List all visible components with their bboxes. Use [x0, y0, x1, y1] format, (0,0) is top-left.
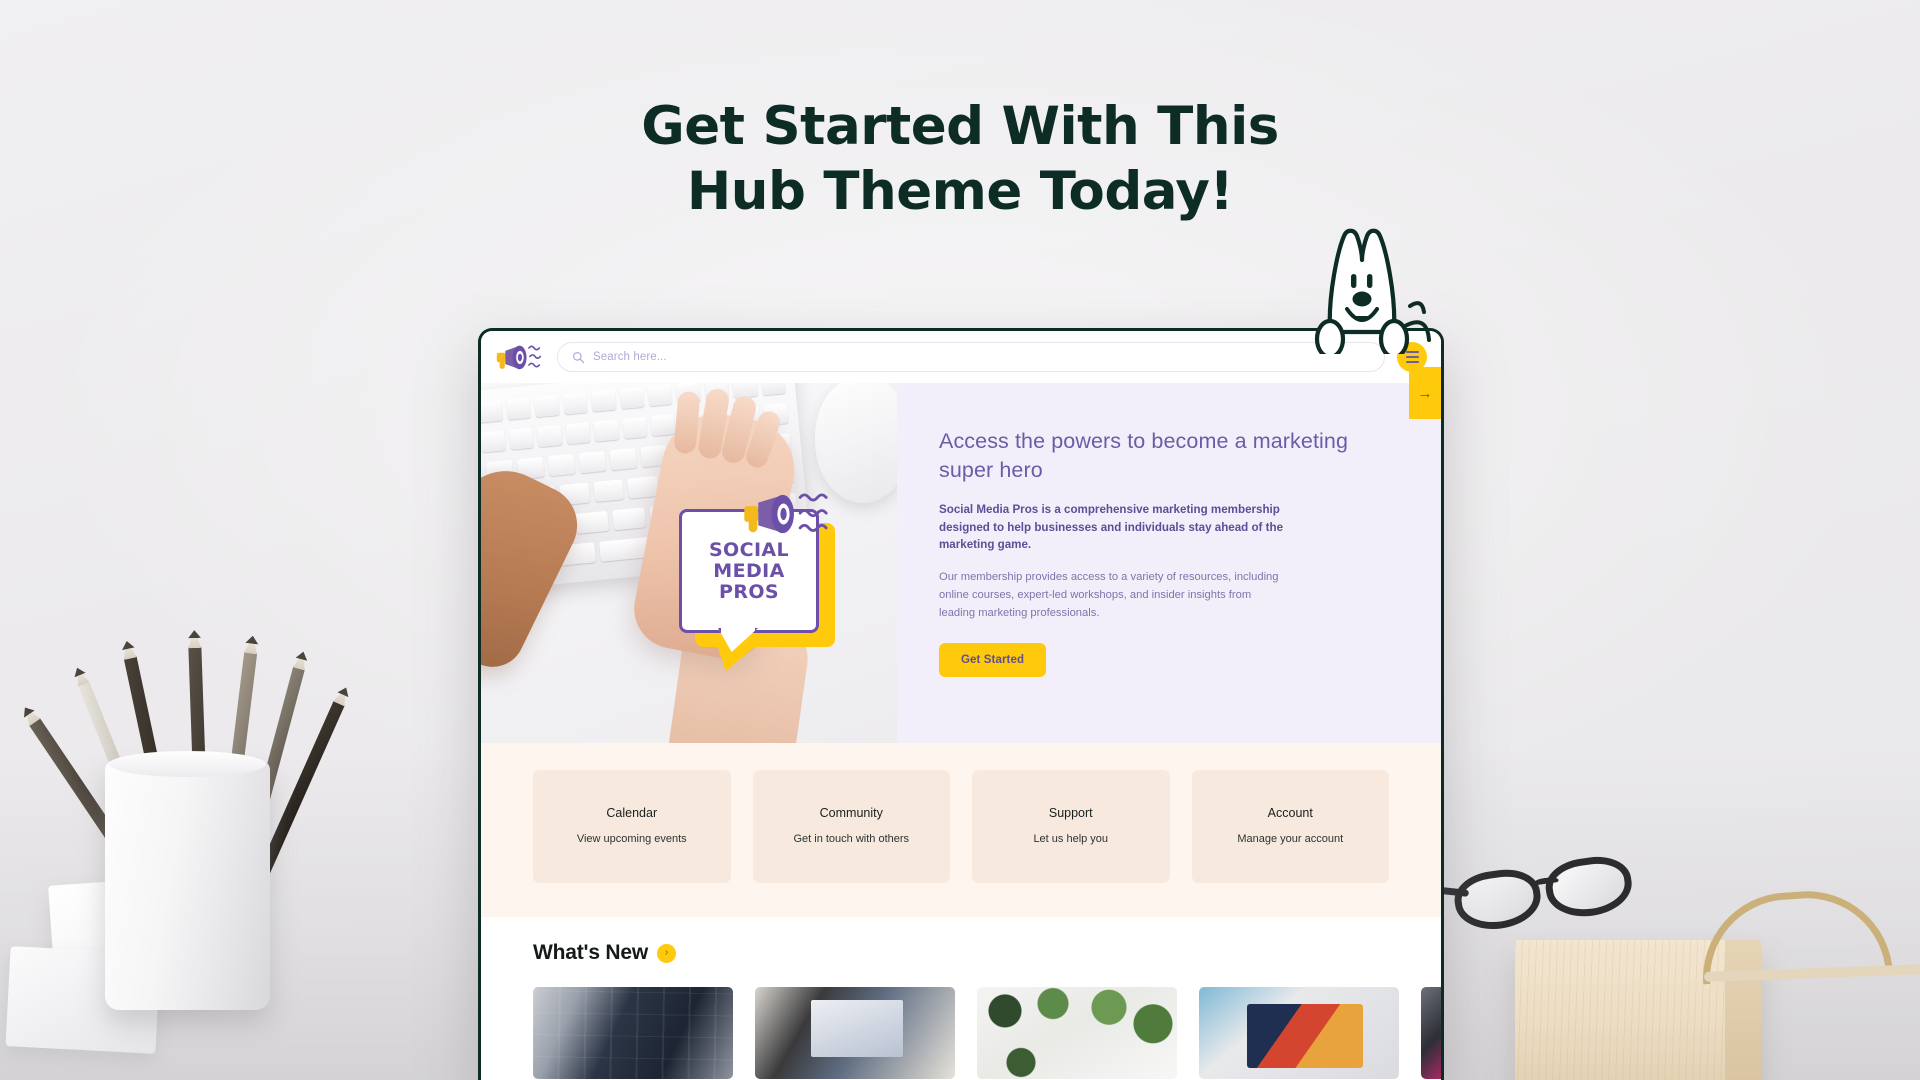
hamburger-line — [1405, 361, 1419, 363]
headline-line-2: Hub Theme Today! — [686, 160, 1234, 222]
quick-link-subtitle: Let us help you — [1033, 833, 1109, 845]
badge-line-2: MEDIA — [713, 559, 785, 582]
hamburger-line — [1405, 356, 1419, 358]
headline-line-1: Get Started With This — [641, 96, 1279, 157]
carousel-next-button[interactable]: → — [1409, 367, 1441, 419]
gold-wire-object — [1697, 880, 1920, 1010]
whats-new-section: What's New › — [481, 917, 1441, 1079]
eyeglass-lens-left — [1451, 864, 1545, 935]
search-placeholder: Search here... — [593, 351, 667, 363]
quick-link-card-calendar[interactable]: Calendar View upcoming events — [533, 770, 731, 883]
search-input[interactable]: Search here... — [557, 342, 1385, 372]
quick-links-band: Calendar View upcoming events Community … — [481, 743, 1441, 917]
social-media-pros-badge: SOCIAL MEDIA PROS — [673, 493, 841, 661]
carousel-thumbnail[interactable] — [977, 987, 1177, 1079]
hero-image: SOCIAL MEDIA PROS — [481, 383, 897, 743]
whats-new-title: What's New — [533, 941, 649, 964]
browser-mockup: Search here... SOCIAL MEDIA PROS Access … — [478, 328, 1444, 1080]
carousel-thumbnail[interactable] — [1199, 987, 1399, 1079]
search-icon — [572, 351, 585, 364]
chevron-right-icon[interactable]: › — [657, 943, 677, 963]
quick-link-card-account[interactable]: Account Manage your account — [1191, 770, 1389, 883]
carousel-thumbnail-partial[interactable] — [1421, 987, 1441, 1079]
quick-link-subtitle: Get in touch with others — [793, 833, 910, 845]
eyeglass-lens-right — [1542, 852, 1636, 922]
badge-megaphone-icon — [739, 487, 835, 541]
pencil-cup — [105, 751, 270, 1010]
whats-new-carousel[interactable] — [533, 987, 1441, 1079]
get-started-button[interactable]: Get Started — [939, 643, 1047, 678]
badge-line-1: SOCIAL — [708, 538, 790, 561]
quick-link-subtitle: Manage your account — [1237, 833, 1344, 845]
quick-link-title: Community — [819, 806, 883, 820]
page-headline: Get Started With This Hub Theme Today! — [0, 95, 1920, 224]
hero-section: SOCIAL MEDIA PROS Access the powers to b… — [481, 383, 1441, 743]
quick-link-card-community[interactable]: Community Get in touch with others — [752, 770, 950, 883]
megaphone-logo-icon[interactable] — [493, 340, 545, 374]
hero-heading: Access the powers to become a marketing … — [939, 429, 1349, 482]
carousel-thumbnail[interactable] — [755, 987, 955, 1079]
hero-body-text: Our membership provides access to a vari… — [939, 571, 1279, 620]
quick-link-card-support[interactable]: Support Let us help you — [972, 770, 1170, 883]
bunny-mascot — [1272, 214, 1432, 360]
carousel-thumbnail[interactable] — [533, 987, 733, 1079]
quick-link-subtitle: View upcoming events — [576, 833, 687, 845]
quick-link-title: Calendar — [606, 806, 658, 820]
quick-link-title: Support — [1048, 806, 1093, 820]
hero-lead-text: Social Media Pros is a comprehensive mar… — [939, 503, 1284, 552]
whats-new-header: What's New › — [533, 941, 1441, 965]
badge-line-3: PROS — [719, 581, 779, 604]
hero-copy: Access the powers to become a marketing … — [897, 383, 1441, 743]
quick-link-title: Account — [1267, 806, 1313, 820]
